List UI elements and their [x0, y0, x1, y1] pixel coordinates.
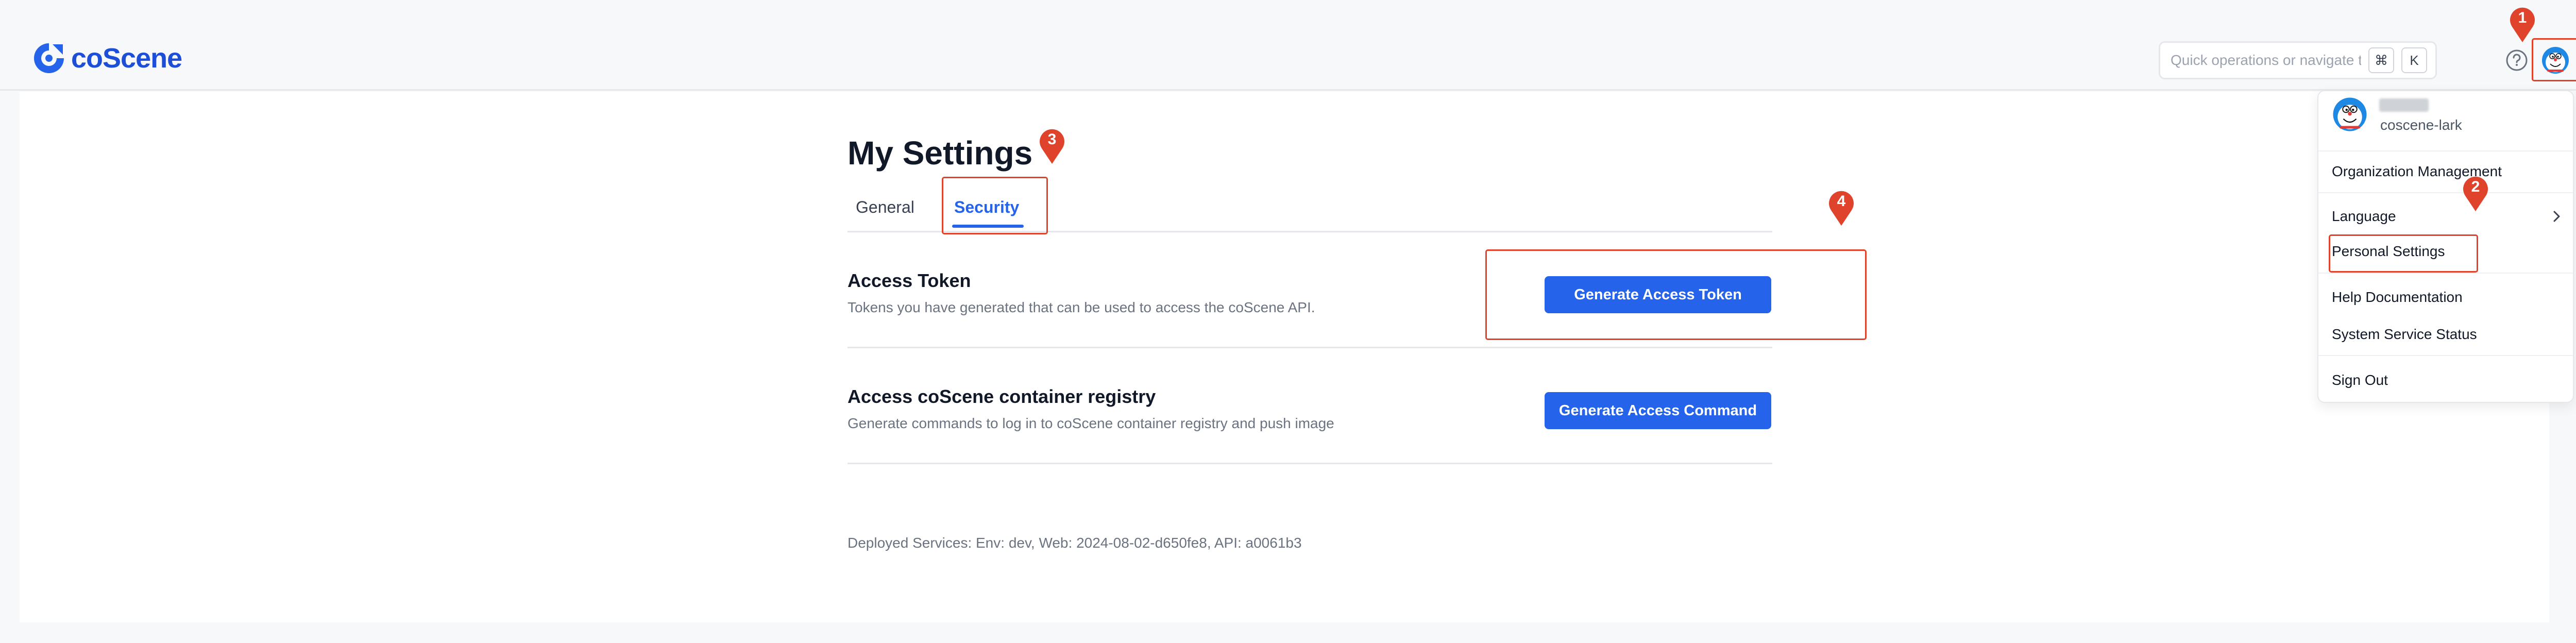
blurred-display-name: [2379, 98, 2429, 112]
annotation-marker-1: 1: [2508, 6, 2537, 43]
highlight-personal-settings: [2329, 234, 2478, 273]
shortcut-key-k: K: [2401, 47, 2427, 73]
access-token-description: Tokens you have generated that can be us…: [848, 299, 1315, 315]
highlight-avatar: [2532, 38, 2576, 81]
chevron-right-icon: [2553, 211, 2560, 222]
menu-item-help-documentation[interactable]: Help Documentation: [2332, 289, 2463, 306]
menu-divider: [2318, 355, 2573, 356]
shortcut-key-cmd: ⌘: [2368, 47, 2394, 73]
highlight-security-tab: [942, 177, 1048, 234]
access-token-title: Access Token: [848, 270, 971, 291]
annotation-marker-4: 4: [1827, 190, 1856, 227]
menu-item-system-service-status[interactable]: System Service Status: [2332, 326, 2477, 343]
deployed-services-info: Deployed Services: Env: dev, Web: 2024-0…: [848, 535, 1302, 551]
search-input[interactable]: Quick operations or navigate to... ⌘ K: [2159, 41, 2437, 79]
container-registry-description: Generate commands to log in to coScene c…: [848, 415, 1334, 431]
highlight-access-token-row: [1485, 249, 1867, 340]
generate-access-command-button[interactable]: Generate Access Command: [1545, 392, 1771, 429]
tab-general[interactable]: General: [856, 198, 914, 217]
coscene-logo-icon: [34, 43, 64, 73]
question-circle-icon[interactable]: [2505, 48, 2529, 72]
menu-item-sign-out[interactable]: Sign Out: [2332, 372, 2388, 388]
user-menu-profile: coscene-lark: [2318, 91, 2573, 151]
page-title: My Settings: [848, 134, 1033, 172]
container-registry-section: Access coScene container registry Genera…: [848, 347, 1772, 464]
search-placeholder: Quick operations or navigate to...: [2171, 52, 2361, 68]
main-panel: My Settings General Security Access Toke…: [20, 92, 2549, 622]
brand-logo[interactable]: coScene: [32, 41, 182, 75]
annotation-marker-3: 3: [1038, 128, 1066, 165]
container-registry-title: Access coScene container registry: [848, 386, 1156, 407]
menu-divider: [2318, 273, 2573, 274]
brand-name: coScene: [71, 43, 182, 74]
menu-divider: [2318, 192, 2573, 193]
user-menu-username: coscene-lark: [2380, 117, 2462, 133]
annotation-marker-2: 2: [2461, 175, 2490, 212]
menu-item-language[interactable]: Language: [2332, 208, 2396, 225]
top-header: coScene Quick operations or navigate to.…: [0, 0, 2576, 91]
user-avatar-icon: [2333, 97, 2367, 131]
